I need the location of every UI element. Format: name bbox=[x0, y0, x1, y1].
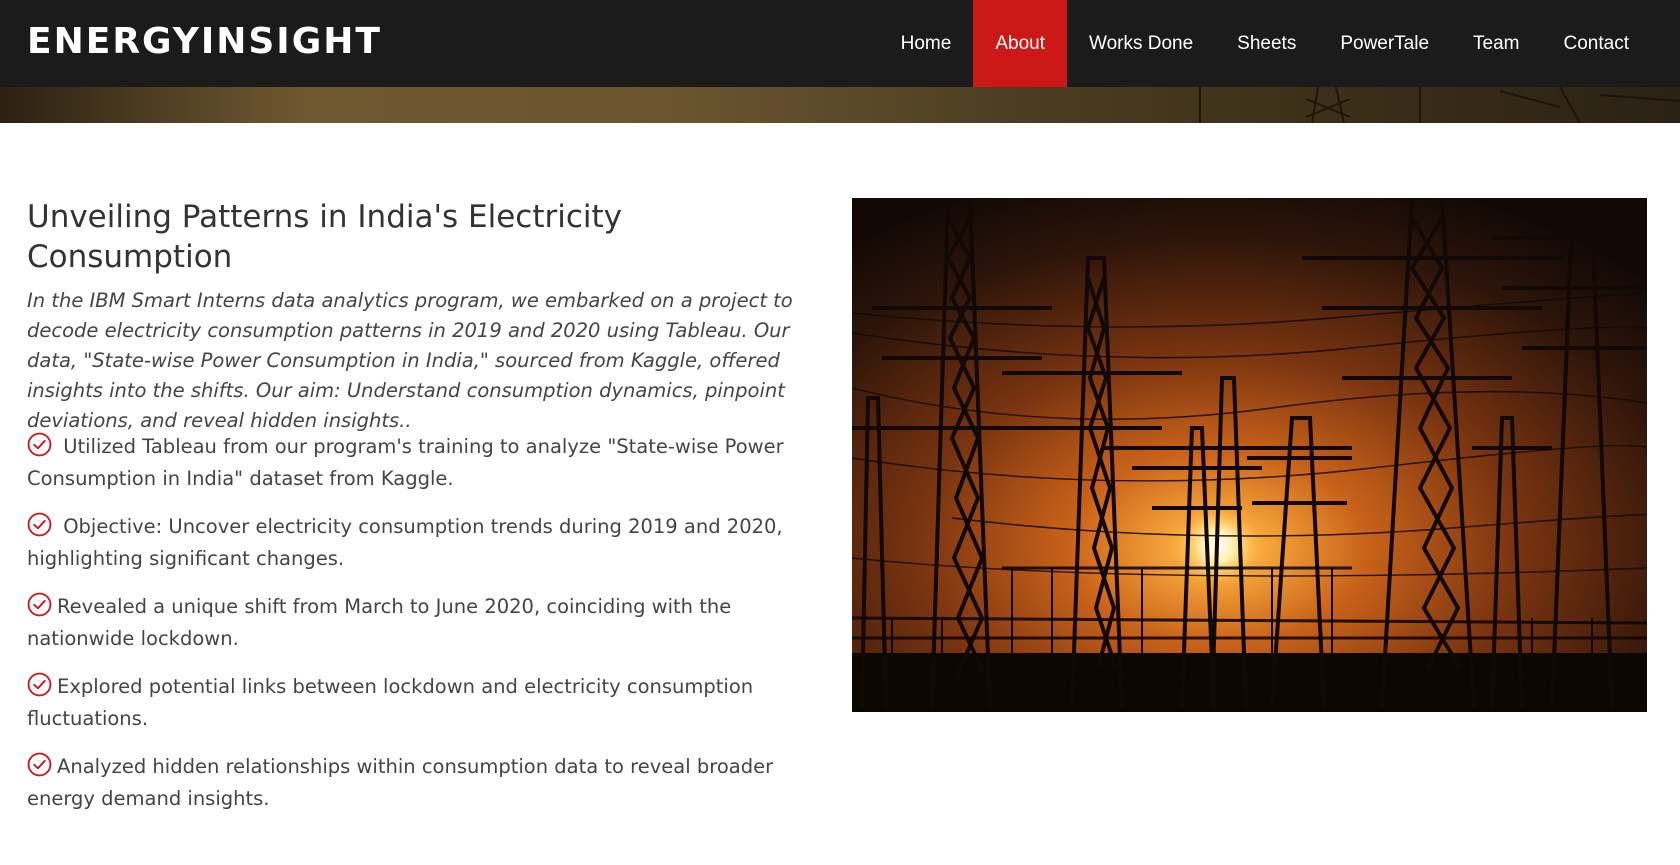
nav-about[interactable]: About bbox=[973, 0, 1067, 87]
about-bullet-text: Objective: Uncover electricity consumpti… bbox=[27, 515, 783, 570]
about-title: Unveiling Patterns in India's Electricit… bbox=[27, 199, 623, 275]
nav-powertale[interactable]: PowerTale bbox=[1318, 0, 1451, 87]
about-bullet: Revealed a unique shift from March to Ju… bbox=[27, 591, 827, 655]
about-bullet-text: Revealed a unique shift from March to Ju… bbox=[27, 595, 732, 650]
hero-tower-silhouette bbox=[1199, 87, 1680, 123]
nav-contact[interactable]: Contact bbox=[1542, 0, 1680, 87]
check-circle-icon bbox=[27, 592, 52, 617]
navbar: ENERGYINSIGHT Home About Works Done Shee… bbox=[0, 0, 1680, 87]
nav-works-done[interactable]: Works Done bbox=[1067, 0, 1215, 87]
about-bullet-text: Utilized Tableau from our program's trai… bbox=[27, 435, 784, 490]
hero-banner-strip bbox=[0, 87, 1680, 123]
about-bullet: Utilized Tableau from our program's trai… bbox=[27, 431, 827, 495]
nav-team[interactable]: Team bbox=[1451, 0, 1541, 87]
power-towers-illustration bbox=[852, 198, 1647, 712]
nav-sheets[interactable]: Sheets bbox=[1215, 0, 1318, 87]
about-bullet: Analyzed hidden relationships within con… bbox=[27, 751, 827, 815]
power-towers-sunset-photo bbox=[852, 198, 1647, 712]
about-bullet-text: Explored potential links between lockdow… bbox=[27, 675, 754, 730]
check-circle-icon bbox=[27, 672, 52, 697]
about-intro: In the IBM Smart Interns data analytics … bbox=[27, 289, 793, 432]
nav-home[interactable]: Home bbox=[879, 0, 974, 87]
site-logo[interactable]: ENERGYINSIGHT bbox=[27, 20, 382, 64]
about-bullet-list: Utilized Tableau from our program's trai… bbox=[27, 431, 827, 831]
about-bullet: Explored potential links between lockdow… bbox=[27, 671, 827, 735]
about-bullet: Objective: Uncover electricity consumpti… bbox=[27, 511, 827, 575]
check-circle-icon bbox=[27, 512, 52, 537]
about-bullet-text: Analyzed hidden relationships within con… bbox=[27, 755, 774, 810]
main-nav: Home About Works Done Sheets PowerTale T… bbox=[879, 0, 1680, 87]
check-circle-icon bbox=[27, 432, 52, 457]
check-circle-icon bbox=[27, 752, 52, 777]
